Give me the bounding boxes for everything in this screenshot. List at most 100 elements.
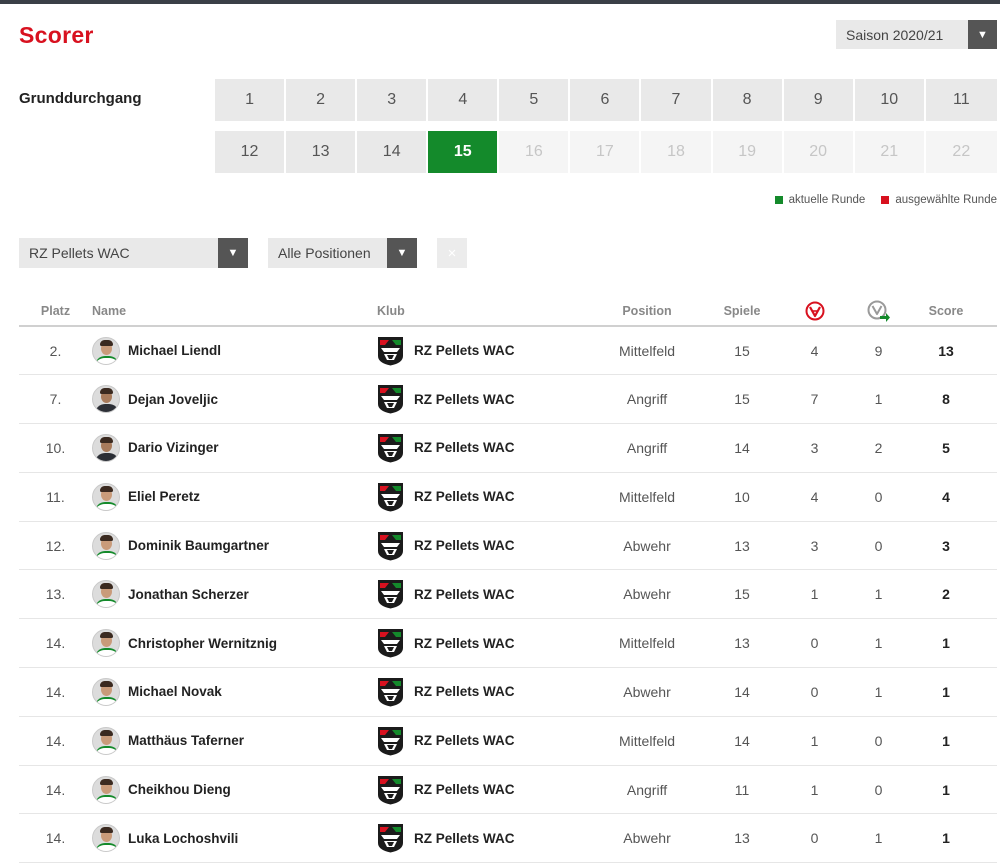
position-cell: Angriff — [577, 423, 717, 473]
club-name-link[interactable]: RZ Pellets WAC — [414, 636, 515, 651]
club-name-link[interactable]: RZ Pellets WAC — [414, 343, 515, 358]
header-position[interactable]: Position — [577, 296, 717, 327]
club-name-link[interactable]: RZ Pellets WAC — [414, 489, 515, 504]
header-goals[interactable] — [767, 296, 862, 327]
round-button[interactable]: 20 — [783, 131, 855, 173]
table-row[interactable]: 7. Dejan Joveljic RZ Pellets WAC Angriff 15 7… — [19, 374, 997, 425]
rank-cell: 14. — [19, 813, 92, 864]
chevron-down-icon: ▼ — [968, 20, 997, 49]
player-name-link[interactable]: Jonathan Scherzer — [128, 587, 249, 602]
player-name-link[interactable]: Matthäus Taferner — [128, 733, 244, 748]
club-filter-select[interactable]: RZ Pellets WAC ▼ — [19, 238, 248, 268]
assists-cell: 1 — [862, 813, 895, 864]
player-name-link[interactable]: Dejan Joveljic — [128, 392, 218, 407]
avatar — [92, 677, 120, 706]
club-cell: RZ Pellets WAC — [377, 472, 577, 522]
player-name-link[interactable]: Luka Lochoshvili — [128, 831, 238, 846]
player-name-link[interactable]: Christopher Wernitznig — [128, 636, 277, 651]
score-cell: 4 — [895, 472, 997, 522]
score-cell: 13 — [895, 326, 997, 376]
club-name-link[interactable]: RZ Pellets WAC — [414, 831, 515, 846]
club-name-link[interactable]: RZ Pellets WAC — [414, 733, 515, 748]
club-logo-icon — [377, 726, 404, 756]
position-filter-select[interactable]: Alle Positionen ▼ — [268, 238, 417, 268]
club-cell: RZ Pellets WAC — [377, 716, 577, 766]
round-button[interactable]: 10 — [854, 79, 926, 121]
table-row[interactable]: 14. Christopher Wernitznig RZ Pellets WAC M… — [19, 618, 997, 669]
round-button-current[interactable]: 15 — [428, 131, 500, 173]
round-button[interactable]: 3 — [357, 79, 429, 121]
round-button[interactable]: 18 — [641, 131, 713, 173]
table-body: 2. Michael Liendl RZ Pellets WAC Mittelfeld… — [19, 326, 997, 864]
score-cell: 1 — [895, 618, 997, 669]
player-name-link[interactable]: Dominik Baumgartner — [128, 538, 269, 553]
club-name-link[interactable]: RZ Pellets WAC — [414, 538, 515, 553]
player-name-link[interactable]: Eliel Peretz — [128, 489, 200, 504]
avatar — [92, 726, 120, 755]
player-name-link[interactable]: Cheikhou Dieng — [128, 782, 231, 797]
rank-cell: 2. — [19, 326, 92, 376]
round-button[interactable]: 14 — [357, 131, 429, 173]
table-row[interactable]: 14. Michael Novak RZ Pellets WAC Abwehr 14 0 1… — [19, 667, 997, 717]
round-button[interactable]: 13 — [286, 131, 358, 173]
header-assists[interactable] — [862, 296, 895, 327]
round-button[interactable]: 21 — [854, 131, 926, 173]
table-row[interactable]: 13. Jonathan Scherzer RZ Pellets WAC Abwehr… — [19, 569, 997, 620]
round-button[interactable]: 9 — [783, 79, 855, 121]
goals-cell: 1 — [767, 765, 862, 815]
round-button[interactable]: 16 — [499, 131, 571, 173]
name-cell: Eliel Peretz — [92, 472, 377, 522]
round-button[interactable]: 5 — [499, 79, 571, 121]
table-row[interactable]: 14. Cheikhou Dieng RZ Pellets WAC Angriff 11… — [19, 765, 997, 815]
player-name-link[interactable]: Michael Liendl — [128, 343, 221, 358]
rank-cell: 13. — [19, 569, 92, 620]
round-button[interactable]: 4 — [428, 79, 500, 121]
position-cell: Abwehr — [577, 813, 717, 864]
round-button[interactable]: 7 — [641, 79, 713, 121]
round-button[interactable]: 8 — [712, 79, 784, 121]
club-name-link[interactable]: RZ Pellets WAC — [414, 392, 515, 407]
header-games[interactable]: Spiele — [717, 296, 767, 327]
table-row[interactable]: 11. Eliel Peretz RZ Pellets WAC Mittelfeld 1… — [19, 472, 997, 522]
club-name-link[interactable]: RZ Pellets WAC — [414, 782, 515, 797]
header-club[interactable]: Klub — [377, 296, 577, 327]
games-cell: 13 — [717, 813, 767, 864]
table-row[interactable]: 14. Matthäus Taferner RZ Pellets WAC Mittel… — [19, 716, 997, 766]
avatar — [92, 629, 120, 658]
games-cell: 14 — [717, 716, 767, 766]
assists-cell: 0 — [862, 765, 895, 815]
season-select[interactable]: Saison 2020/21 ▼ — [836, 20, 997, 49]
round-button[interactable]: 6 — [570, 79, 642, 121]
round-button[interactable]: 12 — [215, 131, 287, 173]
round-button[interactable]: 11 — [925, 79, 997, 121]
player-name-link[interactable]: Dario Vizinger — [128, 440, 219, 455]
table-row[interactable]: 10. Dario Vizinger RZ Pellets WAC Angriff 14… — [19, 423, 997, 473]
club-cell: RZ Pellets WAC — [377, 667, 577, 717]
header-score[interactable]: Score — [895, 296, 997, 327]
club-name-link[interactable]: RZ Pellets WAC — [414, 587, 515, 602]
rank-cell: 11. — [19, 472, 92, 522]
round-button[interactable]: 19 — [712, 131, 784, 173]
club-name-link[interactable]: RZ Pellets WAC — [414, 684, 515, 699]
club-name-link[interactable]: RZ Pellets WAC — [414, 440, 515, 455]
score-cell: 1 — [895, 765, 997, 815]
header-name[interactable]: Name — [92, 296, 377, 327]
position-cell: Mittelfeld — [577, 326, 717, 376]
table-row[interactable]: 12. Dominik Baumgartner RZ Pellets WAC Abwe… — [19, 521, 997, 571]
games-cell: 11 — [717, 765, 767, 815]
table-row[interactable]: 2. Michael Liendl RZ Pellets WAC Mittelfeld… — [19, 326, 997, 376]
position-cell: Mittelfeld — [577, 472, 717, 522]
round-button[interactable]: 1 — [215, 79, 287, 121]
round-button[interactable]: 17 — [570, 131, 642, 173]
club-logo-icon — [377, 677, 404, 707]
name-cell: Michael Liendl — [92, 326, 377, 376]
reset-filter-button[interactable]: × — [437, 238, 467, 268]
table-row[interactable]: 14. Luka Lochoshvili RZ Pellets WAC Abwehr 1… — [19, 813, 997, 864]
round-button[interactable]: 2 — [286, 79, 358, 121]
header-rank[interactable]: Platz — [19, 296, 92, 327]
rank-cell: 14. — [19, 765, 92, 815]
club-logo-icon — [377, 433, 404, 463]
player-name-link[interactable]: Michael Novak — [128, 684, 222, 699]
round-button[interactable]: 22 — [925, 131, 997, 173]
games-cell: 13 — [717, 521, 767, 571]
